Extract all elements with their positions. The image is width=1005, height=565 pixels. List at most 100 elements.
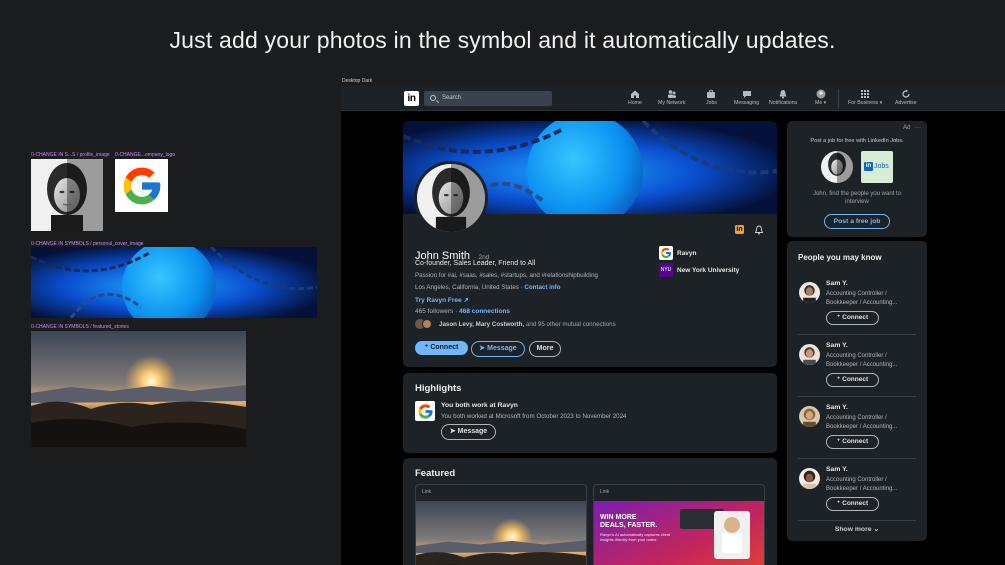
person-title: Accounting Controller / Bookkeeper / Acc… [826,415,898,430]
nav-messaging[interactable]: Messaging [734,89,759,106]
linkedin-logo-icon[interactable]: in [404,91,419,106]
bell-icon [779,90,787,99]
person-avatar[interactable] [799,468,820,489]
company-logo-symbol-label: 0-CHANGE...ompany_logo [115,152,176,158]
nav-messaging-label: Messaging [734,100,760,106]
person-connect-button[interactable]: ⁺ Connect [826,311,879,325]
person-name[interactable]: Sam Y. [826,404,848,411]
person-connect-label: Connect [842,314,869,321]
profile-headline: Co-founder, Sales Leader, Friend to All [415,260,536,267]
school-name[interactable]: New York University [677,267,739,274]
ad-label: Ad [902,125,911,131]
featured-item-image [416,501,586,565]
nav-for-business[interactable]: For Business ▾ [848,89,882,106]
featured-item[interactable]: Link [415,484,587,565]
featured-item-type: Link [422,489,432,495]
try-ravyn-link[interactable]: Try Ravyn Free ↗ [415,296,469,304]
show-more-label: Show more [834,526,872,533]
profile-avatar[interactable] [414,161,488,235]
school-logo[interactable]: NYU [659,263,673,277]
me-avatar [816,89,826,99]
chevron-down-icon: ⌄ [873,526,880,533]
ad-text: Post a job for free with LinkedIn Jobs. [810,138,904,144]
contact-info-link[interactable]: Contact info [524,284,560,291]
ad-sub: John, find the people you want to interv… [812,191,902,205]
jobs-logo-in: in [864,162,873,171]
nav-me-label: Me ▾ [815,100,827,106]
nav-notifications[interactable]: Notifications [769,89,797,106]
company-name[interactable]: Ravyn [677,250,697,257]
search-icon [430,95,436,101]
message-label: Message [487,345,517,352]
promo-title-1: WIN MORE [600,514,637,521]
nav-me[interactable]: Me ▾ [815,89,826,106]
add-person-icon: ⁺ [836,376,841,383]
followers-count: 465 followers · [415,308,458,315]
person-name[interactable]: Sam Y. [826,466,848,473]
mutual-connections[interactable]: Jason Levy, Mary Costworth, and 95 other… [439,321,616,328]
nav-network[interactable]: My Network [658,89,685,106]
company-logo[interactable] [659,246,673,260]
highlight-message-button[interactable]: ➤ Message [441,424,496,440]
home-icon [630,90,639,98]
connect-label: Connect [430,344,459,351]
advertise-icon [902,89,910,98]
nav-jobs[interactable]: Jobs [706,89,717,106]
mutual-avatar [422,319,432,329]
mutual-avatars [415,319,433,330]
linkedin-frame: in Search Home My Network Jobs Messaging… [341,86,1005,565]
person-connect-label: Connect [842,376,869,383]
nav-notifications-label: Notifications [769,100,798,106]
nav-for-business-label: For Business ▾ [848,100,883,106]
nav-advertise[interactable]: Advertise [895,89,917,106]
nav-network-label: My Network [658,100,686,106]
featured-item-type: Link [600,489,610,495]
location-row: Los Angeles, California, United States ·… [415,284,560,291]
add-person-icon: ⁺ [836,500,841,507]
send-icon: ➤ [479,345,486,352]
frame-label: Desktop Dark [342,78,373,84]
person-avatar[interactable] [799,282,820,303]
connections-link[interactable]: 468 connections [459,308,510,315]
person-connect-label: Connect [842,438,869,445]
nav-divider [838,89,839,108]
person-connect-button[interactable]: ⁺ Connect [826,497,879,511]
person-connect-button[interactable]: ⁺ Connect [826,435,879,449]
people-you-may-know-card: People you may know Sam Y. Accounting Co… [787,241,927,541]
google-logo-icon [123,167,160,204]
person-title: Accounting Controller / Bookkeeper / Acc… [826,291,898,306]
person-avatar[interactable] [799,344,820,365]
premium-icon[interactable]: in [735,225,744,234]
person-name[interactable]: Sam Y. [826,280,848,287]
profile-image-symbol[interactable] [31,159,103,231]
profile-image-symbol-label: 0-CHANGE IN S...S / profile_image [31,152,110,158]
more-button[interactable]: More [529,341,561,357]
connect-button[interactable]: ⁺ Connect [415,341,468,355]
message-button[interactable]: ➤ Message [471,341,525,357]
add-person-icon: ⁺ [424,344,429,351]
cover-image-symbol[interactable] [31,247,317,318]
bell-icon[interactable] [754,225,764,235]
highlights-card: Highlights You both work at Ravyn You bo… [403,373,777,453]
featured-title: Featured [415,468,456,479]
post-free-job-button[interactable]: Post a free job [824,214,890,229]
featured-item[interactable]: Link WIN MORE DEALS, FASTER. Ravyn's AI … [593,484,765,565]
highlights-title: Highlights [415,383,462,394]
pymk-title: People you may know [798,253,882,262]
show-more-button[interactable]: Show more ⌄ [787,525,927,533]
ad-menu-button[interactable]: ··· [915,125,921,131]
followers-row: 465 followers · 468 connections [415,308,510,315]
featured-promo: WIN MORE DEALS, FASTER. Ravyn's AI autom… [594,501,764,565]
company-logo-symbol[interactable] [115,159,168,212]
person-avatar[interactable] [799,406,820,427]
person-title: Accounting Controller / Bookkeeper / Acc… [826,353,898,368]
search-input[interactable]: Search [424,91,552,106]
profile-location: Los Angeles, California, United States · [415,284,523,291]
nav-home[interactable]: Home [628,89,642,106]
jobs-logo-icon: in Jobs [861,151,893,183]
featured-image-symbol[interactable] [31,331,246,447]
person-name[interactable]: Sam Y. [826,342,848,349]
pymk-person: Sam Y. Accounting Controller / Bookkeepe… [787,395,927,455]
search-placeholder: Search [442,95,462,101]
person-connect-button[interactable]: ⁺ Connect [826,373,879,387]
